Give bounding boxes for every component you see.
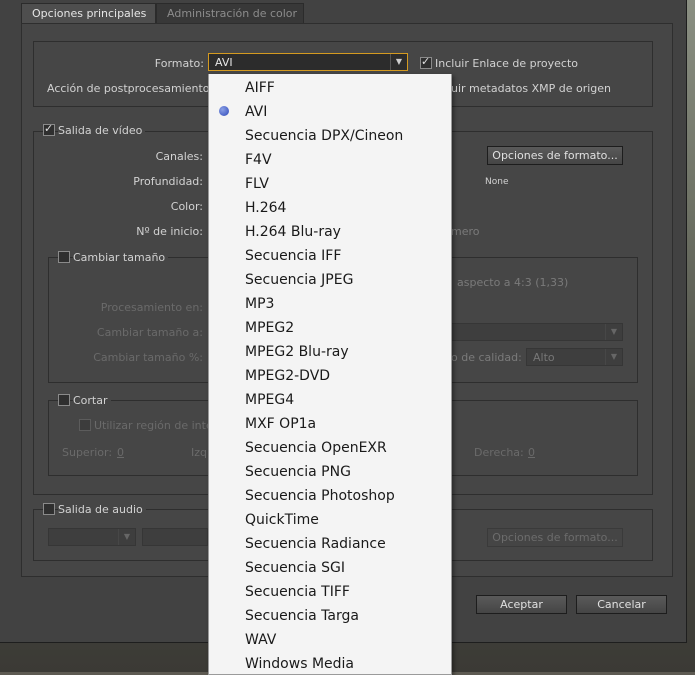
format-option-label: Secuencia IFF <box>245 248 342 264</box>
format-option[interactable]: FLV <box>209 172 451 196</box>
format-option-label: H.264 <box>245 200 287 216</box>
use-region-label: Utilizar región de inter <box>94 419 218 432</box>
tab-main-options[interactable]: Opciones principales <box>21 3 156 23</box>
format-option-label: MP3 <box>245 296 275 312</box>
format-option[interactable]: QuickTime <box>209 508 451 532</box>
chevron-down-icon: ▼ <box>390 54 407 70</box>
audio-format-options-button[interactable]: Opciones de formato... <box>487 528 623 547</box>
format-option[interactable]: Secuencia JPEG <box>209 268 451 292</box>
channels-label: Canales: <box>155 150 203 163</box>
quality-label: o de calidad: <box>451 351 522 364</box>
format-option-label: Secuencia SGI <box>245 560 346 576</box>
format-option[interactable]: Secuencia Radiance <box>209 532 451 556</box>
resize-to-label: Cambiar tamaño a: <box>96 326 203 339</box>
xmp-metadata-label: uir metadatos XMP de origen <box>451 82 612 95</box>
format-option-label: MPEG2 <box>245 320 295 336</box>
format-option-label: QuickTime <box>245 512 319 528</box>
compression-value: None <box>485 177 509 187</box>
resize-label: Cambiar tamaño <box>73 251 169 264</box>
format-label: Formato: <box>154 57 204 70</box>
include-project-link-checkbox[interactable] <box>420 55 432 69</box>
format-option-label: AVI <box>245 104 268 120</box>
format-option[interactable]: MPEG2 Blu-ray <box>209 340 451 364</box>
audio-format-select[interactable]: ▼ <box>48 528 136 546</box>
video-output-checkbox[interactable] <box>43 122 55 136</box>
format-option-label: Secuencia Radiance <box>245 536 386 552</box>
format-option-label: Secuencia OpenEXR <box>245 440 387 456</box>
chevron-down-icon: ▼ <box>605 349 622 365</box>
format-dropdown-list: AIFF AVI Secuencia DPX/Cineon F4V FLV H.264 H.… <box>208 74 452 675</box>
format-option-label: AIFF <box>245 80 275 96</box>
format-option[interactable]: Secuencia PNG <box>209 460 451 484</box>
ok-button[interactable]: Aceptar <box>476 595 567 614</box>
format-option-label: Secuencia Photoshop <box>245 488 395 504</box>
crop-top-value[interactable]: 0 <box>117 446 124 459</box>
format-option-label: WAV <box>245 632 277 648</box>
format-option-label: Secuencia PNG <box>245 464 351 480</box>
format-option-label: MXF OP1a <box>245 416 317 432</box>
format-option-label: MPEG2-DVD <box>245 368 331 384</box>
format-option[interactable]: MPEG2 <box>209 316 451 340</box>
video-output-label: Salida de vídeo <box>58 124 146 137</box>
start-number-label: Nº de inicio: <box>136 225 203 238</box>
format-option[interactable]: Secuencia Photoshop <box>209 484 451 508</box>
crop-left-label: Izq <box>191 446 208 459</box>
crop-right-value[interactable]: 0 <box>528 446 535 459</box>
format-option-label: H.264 Blu-ray <box>245 224 341 240</box>
crop-checkbox[interactable] <box>58 394 70 406</box>
postprocess-label: Acción de postprocesamiento: <box>47 82 214 95</box>
format-option-label: Secuencia Targa <box>245 608 359 624</box>
audio-channel-select[interactable] <box>142 528 208 546</box>
format-option-label: Secuencia TIFF <box>245 584 350 600</box>
format-option[interactable]: Secuencia SGI <box>209 556 451 580</box>
crop-label: Cortar <box>73 394 111 407</box>
quality-select-value: Alto <box>533 351 555 364</box>
format-option[interactable]: MPEG2-DVD <box>209 364 451 388</box>
resize-percent-label: Cambiar tamaño %: <box>93 351 203 364</box>
quality-select[interactable]: Alto ▼ <box>526 348 623 366</box>
format-select-value: AVI <box>215 56 233 69</box>
format-option[interactable]: Secuencia Targa <box>209 604 451 628</box>
include-project-link-label: Incluir Enlace de proyecto <box>435 57 579 70</box>
resize-to-select[interactable]: ▼ <box>450 323 623 341</box>
color-label: Color: <box>170 200 203 213</box>
number-suffix-label: mero <box>451 225 480 238</box>
use-region-checkbox[interactable] <box>79 419 91 431</box>
format-option[interactable]: MXF OP1a <box>209 412 451 436</box>
format-option[interactable]: H.264 Blu-ray <box>209 220 451 244</box>
format-option[interactable]: MP3 <box>209 292 451 316</box>
format-option-label: Secuencia DPX/Cineon <box>245 128 404 144</box>
chevron-down-icon: ▼ <box>118 529 135 545</box>
format-select[interactable]: AVI ▼ <box>208 53 408 71</box>
aspect-ratio-label: aspecto a 4:3 (1,33) <box>457 276 569 289</box>
processing-label: Procesamiento en: <box>100 301 203 314</box>
cancel-button[interactable]: Cancelar <box>576 595 667 614</box>
format-option-label: Secuencia JPEG <box>245 272 354 288</box>
audio-output-label: Salida de audio <box>58 503 146 516</box>
format-option[interactable]: AVI <box>209 100 451 124</box>
format-option[interactable]: Secuencia IFF <box>209 244 451 268</box>
crop-top-label: Superior: <box>62 446 113 459</box>
format-option[interactable]: MPEG4 <box>209 388 451 412</box>
format-option-label: F4V <box>245 152 272 168</box>
format-option[interactable]: Secuencia DPX/Cineon <box>209 124 451 148</box>
chevron-down-icon: ▼ <box>605 324 622 340</box>
format-option[interactable]: H.264 <box>209 196 451 220</box>
format-option-label: MPEG4 <box>245 392 295 408</box>
format-option[interactable]: Secuencia OpenEXR <box>209 436 451 460</box>
format-option[interactable]: F4V <box>209 148 451 172</box>
format-option-label: FLV <box>245 176 269 192</box>
tab-color-management[interactable]: Administración de color <box>156 3 304 23</box>
format-option[interactable]: Secuencia TIFF <box>209 580 451 604</box>
selected-radio-icon <box>219 106 229 116</box>
format-option[interactable]: WAV <box>209 628 451 652</box>
video-format-options-button[interactable]: Opciones de formato... <box>487 146 623 165</box>
format-option[interactable]: AIFF <box>209 76 451 100</box>
depth-label: Profundidad: <box>133 175 203 188</box>
crop-right-label: Derecha: <box>474 446 524 459</box>
audio-output-checkbox[interactable] <box>43 503 55 515</box>
format-option-label: MPEG2 Blu-ray <box>245 344 349 360</box>
resize-checkbox[interactable] <box>58 251 70 263</box>
